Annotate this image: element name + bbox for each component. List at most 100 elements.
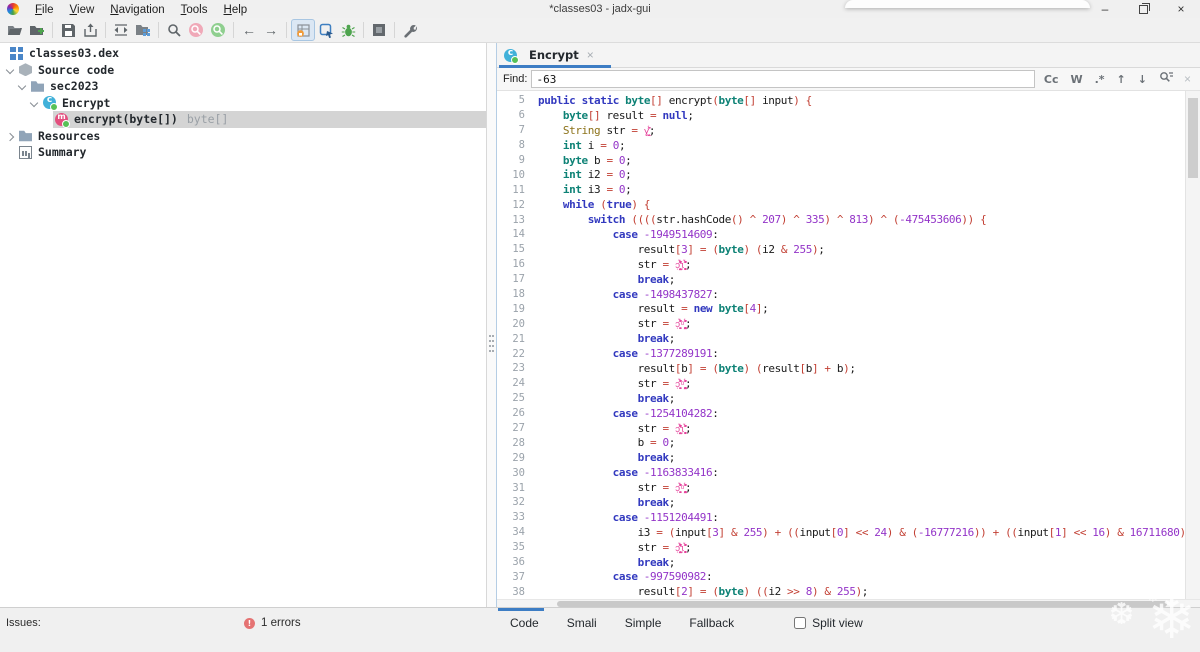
code-line[interactable]: 30 case -1163833416: [497, 465, 1186, 480]
chevron-down-icon[interactable] [16, 81, 29, 91]
flat-packages-icon[interactable] [132, 20, 154, 40]
code-line[interactable]: 9 byte b = 0; [497, 153, 1186, 168]
code-line[interactable]: 33 case -1151204491: [497, 510, 1186, 525]
back-icon[interactable]: ← [238, 20, 260, 40]
code-line[interactable]: 23 result[b] = (byte) (result[b] + b); [497, 361, 1186, 376]
code-line[interactable]: 13 switch ((((str.hashCode() ^ 207) ^ 33… [497, 212, 1186, 227]
add-files-icon[interactable] [26, 20, 48, 40]
line-number: 14 [512, 228, 525, 241]
search-icon[interactable] [163, 20, 185, 40]
find-input[interactable] [531, 70, 1036, 88]
forward-icon[interactable]: → [260, 20, 282, 40]
view-tab-fallback[interactable]: Fallback [675, 616, 748, 630]
code-line[interactable]: 7 String str = ɣ͓̰̤̈̋́̽; [497, 123, 1186, 138]
preferences-icon[interactable] [399, 20, 421, 40]
code-line[interactable]: 20 str = ɔ̖̙̞̠̣̤̦̩̍̽̑́̈̂̋͐͑͛̀̄̇̊ᵒ̍̽̑́̈̂̋… [497, 316, 1186, 331]
restore-button[interactable] [1124, 0, 1162, 18]
code-line[interactable]: 35 str = ɔ̖̙̞̠̣̤̦̩̬̰̳̹̍̽̑́̈̂̋͐͑͛̀̄̇̊̌̒̓͗… [497, 540, 1186, 555]
match-case-button[interactable]: Cc [1038, 73, 1065, 86]
code-line[interactable]: 19 result = new byte[4]; [497, 301, 1186, 316]
highlight-all-icon[interactable] [1153, 71, 1179, 87]
tree-item-encrypt[interactable]: Encrypt [0, 95, 486, 112]
code-line[interactable]: 31 str = ɔ̖̙̞̠̣̤̦̩̍̽̑́̈̂̋͐͑͛̀̄̇̊ᵒ̍̽̑́̈̂̋… [497, 480, 1186, 495]
code-line[interactable]: 10 int i2 = 0; [497, 167, 1186, 182]
code-line[interactable]: 38 result[2] = (byte) ((i2 >> 8) & 255); [497, 584, 1186, 599]
view-tab-code[interactable]: Code [496, 616, 553, 630]
code-line[interactable]: 25 break; [497, 391, 1186, 406]
code-line[interactable]: 37 case -997590982: [497, 570, 1186, 585]
panel-splitter[interactable] [487, 43, 496, 608]
issues-section: Issues: ! 1 errors [0, 608, 496, 638]
menu-tools[interactable]: Tools [173, 3, 216, 17]
tree-item-summary[interactable]: Summary [0, 144, 486, 161]
view-tab-smali[interactable]: Smali [553, 616, 611, 630]
code-line[interactable]: 26 case -1254104282: [497, 406, 1186, 421]
deobfuscation-icon[interactable] [291, 19, 315, 41]
code-line[interactable]: 14 case -1949514609: [497, 227, 1186, 242]
export-icon[interactable] [79, 20, 101, 40]
code-line[interactable]: 11 int i3 = 0; [497, 182, 1186, 197]
tree-item-source-code[interactable]: Source code [0, 62, 486, 79]
view-tab-simple[interactable]: Simple [611, 616, 676, 630]
method-icon [55, 112, 70, 128]
tree-item-resources[interactable]: Resources [0, 128, 486, 145]
code-line[interactable]: 15 result[3] = (byte) (i2 & 255); [497, 242, 1186, 257]
menu-help[interactable]: Help [216, 3, 256, 17]
code-line[interactable]: 34 i3 = (input[3] & 255) + ((input[0] <<… [497, 525, 1198, 540]
code-line[interactable]: 17 break; [497, 272, 1186, 287]
split-view-checkbox[interactable] [794, 617, 807, 629]
code-line[interactable]: 8 int i = 0; [497, 138, 1186, 153]
text-search-icon[interactable] [185, 20, 207, 40]
error-count-badge[interactable]: ! 1 errors [244, 617, 301, 629]
vertical-scrollbar-thumb[interactable] [1188, 98, 1198, 178]
chevron-right-icon[interactable] [4, 131, 17, 141]
code-line[interactable]: 29 break; [497, 450, 1186, 465]
class-search-icon[interactable] [207, 20, 229, 40]
code-line[interactable]: 24 str = ɔ̖̙̞̠̣̤̦̩̍̽̑́̈̂̋͐͑͛̀̄̇̊ᵒ̍̽̑́̈̂̋… [497, 376, 1186, 391]
next-match-button[interactable]: ↓ [1132, 73, 1153, 86]
tree-item-sec2023[interactable]: sec2023 [0, 78, 486, 95]
close-find-icon[interactable]: × [1179, 72, 1196, 86]
line-number: 8 [518, 139, 525, 152]
code-line[interactable]: 27 str = ɔ̖̙̞̠̣̤̦̩̬̰̳̹̍̽̑́̈̂̋͐͑͛̀̄̇̊̌̒̓͗… [497, 421, 1186, 436]
code-line[interactable]: 22 case -1377289191: [497, 346, 1186, 361]
code-line[interactable]: 36 break; [497, 555, 1186, 570]
sync-icon[interactable] [110, 20, 132, 40]
code-line[interactable]: 28 b = 0; [497, 435, 1186, 450]
split-view-toggle[interactable]: Split view [794, 616, 863, 630]
tree-item-classes03-dex[interactable]: classes03.dex [0, 45, 486, 62]
code-line[interactable]: 5 public static byte[] encrypt(byte[] inp… [497, 93, 1186, 108]
tree-item-encrypt-byte[interactable]: encrypt(byte[])byte[] [0, 111, 486, 128]
code-line[interactable]: 16 str = ɔ̖̙̞̠̣̤̦̩̬̰̳̹̍̽̑́̈̂̋͐͑͛̀̄̇̊̌̒̓͗… [497, 257, 1186, 272]
whole-word-button[interactable]: W [1064, 73, 1088, 86]
code-line[interactable]: 21 break; [497, 331, 1186, 346]
debug-icon[interactable] [337, 20, 359, 40]
menu-file[interactable]: File [27, 3, 62, 17]
dex-icon [10, 46, 23, 60]
previous-match-button[interactable]: ↑ [1111, 73, 1132, 86]
tab-encrypt[interactable]: Encrypt × [497, 43, 603, 67]
line-number: 28 [512, 436, 525, 449]
code-line[interactable]: 12 while (true) { [497, 197, 1186, 212]
open-file-icon[interactable] [4, 20, 26, 40]
code-line[interactable]: 18 case -1498437827: [497, 287, 1186, 302]
code-line[interactable]: 6 byte[] result = null; [497, 108, 1186, 123]
vertical-scrollbar[interactable] [1185, 91, 1200, 599]
minimize-button[interactable]: – [1086, 0, 1124, 18]
code-line[interactable]: 32 break; [497, 495, 1186, 510]
chevron-down-icon[interactable] [28, 98, 41, 108]
tab-close-icon[interactable]: × [587, 48, 594, 62]
main-area: classes03.dexSource codesec2023Encrypten… [0, 43, 1200, 608]
file-tree: classes03.dexSource codesec2023Encrypten… [0, 43, 486, 161]
chevron-down-icon[interactable] [4, 65, 17, 75]
regex-button[interactable]: .* [1089, 73, 1111, 86]
log-viewer-icon[interactable] [368, 20, 390, 40]
save-icon[interactable] [57, 20, 79, 40]
close-button[interactable]: × [1162, 0, 1200, 18]
menu-view[interactable]: View [62, 3, 103, 17]
inspect-icon[interactable] [315, 20, 337, 40]
menu-navigation[interactable]: Navigation [102, 3, 172, 17]
toolbar-separator [363, 22, 364, 38]
code-editor[interactable]: 5 public static byte[] encrypt(byte[] inp… [497, 91, 1200, 599]
line-number: 29 [512, 451, 525, 464]
